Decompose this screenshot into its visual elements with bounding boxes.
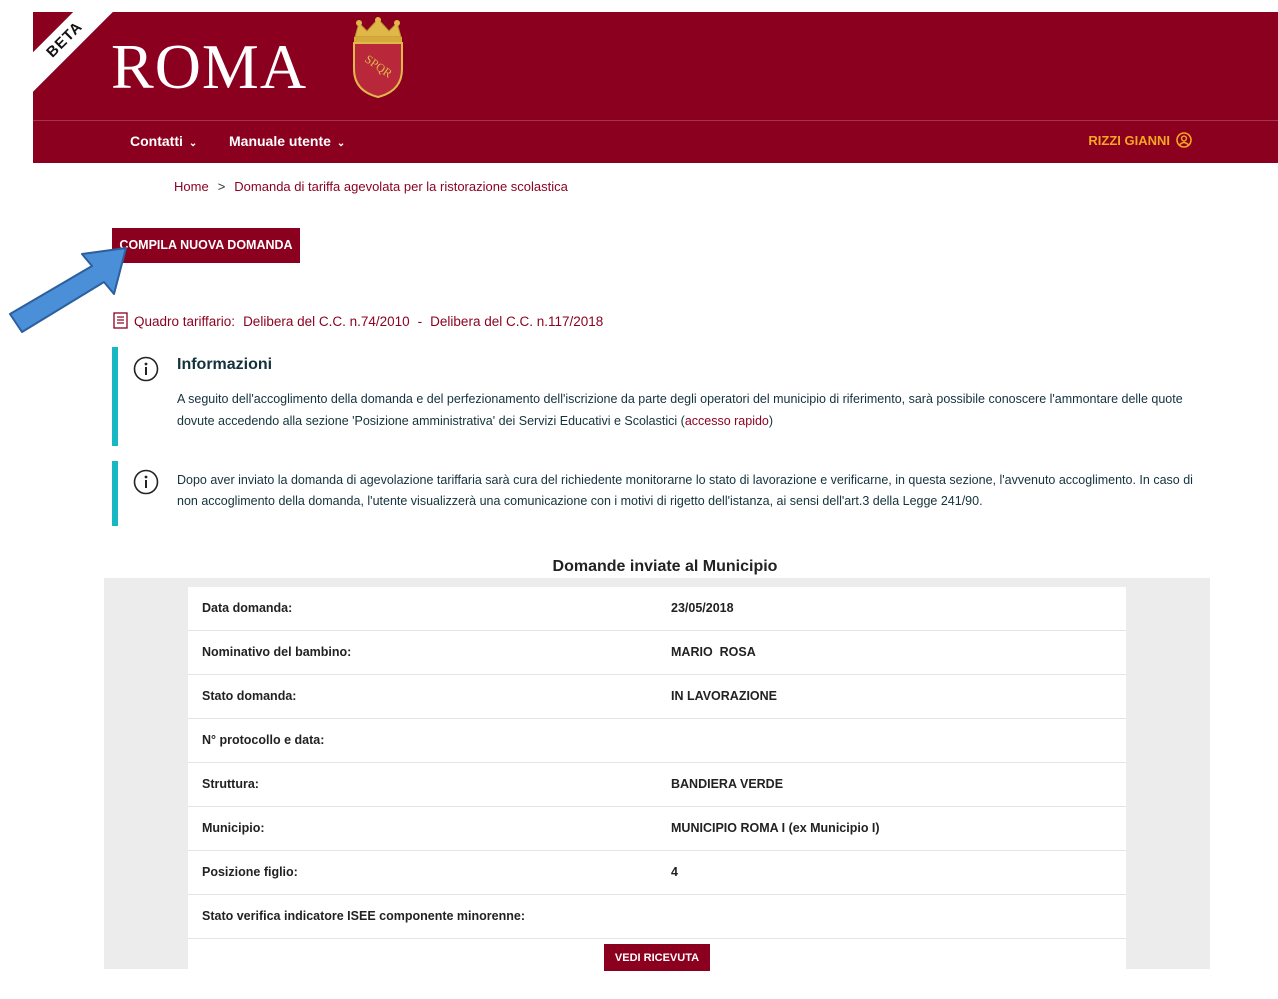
table-row: Municipio: MUNICIPIO ROMA I (ex Municipio… <box>188 807 1126 851</box>
domande-inviate-title: Domande inviate al Municipio <box>552 558 778 575</box>
row-label: Nominativo del bambino: <box>202 645 352 659</box>
info-box-informazioni: Informazioni A seguito dell'accoglimento… <box>112 347 1218 446</box>
row-value: 4 <box>671 865 678 879</box>
document-icon <box>113 312 128 329</box>
roma-logo[interactable]: ROMA <box>111 30 307 104</box>
delibera-74-2010-link[interactable]: Delibera del C.C. n.74/2010 <box>243 314 410 329</box>
info-icon <box>133 469 159 495</box>
row-label: Struttura: <box>202 777 259 791</box>
row-value: IN LAVORAZIONE <box>671 689 778 703</box>
info-text: A seguito dell'accoglimento della domand… <box>177 388 1207 432</box>
chevron-down-icon: ⌄ <box>336 138 346 149</box>
table-row: N° protocollo e data: <box>188 719 1126 763</box>
info-box-monitoraggio: Dopo aver inviato la domanda di agevolaz… <box>112 461 1218 526</box>
info-text-body: A seguito dell'accoglimento della domand… <box>177 392 1183 428</box>
breadcrumb-home[interactable]: Home <box>174 179 209 194</box>
nav-contatti-label: Contatti <box>130 133 183 149</box>
chevron-down-icon: ⌄ <box>188 138 198 149</box>
tariff-separator: - <box>417 313 423 329</box>
request-details-table: Data domanda: 23/05/2018 Nominativo del b… <box>188 587 1126 999</box>
row-label: N° protocollo e data: <box>202 733 325 747</box>
table-row: Stato domanda: IN LAVORAZIONE <box>188 675 1126 719</box>
requests-panel: Data domanda: 23/05/2018 Nominativo del b… <box>104 578 1210 999</box>
row-label: Data domanda: <box>202 601 293 615</box>
table-row: Data domanda: 23/05/2018 <box>188 587 1126 631</box>
delibera-117-2018-link[interactable]: Delibera del C.C. n.117/2018 <box>430 314 603 329</box>
row-label: Posizione figlio: <box>202 865 298 879</box>
table-row: Stato verifica indicatore ISEE component… <box>188 895 1126 939</box>
nav-manuale-utente[interactable]: Manuale utente ⌄ <box>229 133 345 149</box>
nav-manuale-label: Manuale utente <box>229 133 331 149</box>
user-icon <box>1176 132 1192 148</box>
compila-nuova-domanda-button[interactable]: COMPILA NUOVA DOMANDA <box>112 228 300 263</box>
site-header: BETA ROMA SPQR Contatti ⌄ Manuale utente ⌄… <box>33 12 1278 163</box>
breadcrumb-current[interactable]: Domanda di tariffa agevolata per la rist… <box>234 179 568 194</box>
table-row: Nominativo del bambino: MARIO ROSA <box>188 631 1126 675</box>
info-title: Informazioni <box>177 356 273 373</box>
info-icon <box>133 356 159 382</box>
vedi-ricevuta-button[interactable]: VEDI RICEVUTA <box>604 944 710 971</box>
nav-contatti[interactable]: Contatti ⌄ <box>130 133 197 149</box>
main-nav: Contatti ⌄ Manuale utente ⌄ RIZZI GIANNI <box>33 120 1278 163</box>
user-name: RIZZI GIANNI <box>1088 132 1170 148</box>
row-value: MUNICIPIO ROMA I (ex Municipio I) <box>671 821 880 835</box>
row-value: 23/05/2018 <box>671 601 734 615</box>
tariff-label: Quadro tariffario: <box>134 313 236 329</box>
row-label: Municipio: <box>202 821 265 835</box>
row-label: Stato domanda: <box>202 689 297 703</box>
accesso-rapido-link[interactable]: accesso rapido <box>685 414 769 428</box>
breadcrumb: Home > Domanda di tariffa agevolata per la… <box>174 179 568 194</box>
quadro-tariffario: Quadro tariffario: Delibera del C.C. n.7… <box>112 312 603 330</box>
row-label: Stato verifica indicatore ISEE component… <box>202 909 525 923</box>
user-menu[interactable]: RIZZI GIANNI <box>1088 132 1192 148</box>
row-value: MARIO ROSA <box>671 645 756 659</box>
info-text: Dopo aver inviato la domanda di agevolaz… <box>177 473 1193 508</box>
row-value: BANDIERA VERDE <box>671 777 784 791</box>
table-row: Struttura: BANDIERA VERDE <box>188 763 1126 807</box>
table-row: Posizione figlio: 4 <box>188 851 1126 895</box>
spqr-emblem-icon: SPQR <box>353 17 403 99</box>
info-text-end: ) <box>768 414 774 428</box>
breadcrumb-separator: > <box>217 179 226 194</box>
